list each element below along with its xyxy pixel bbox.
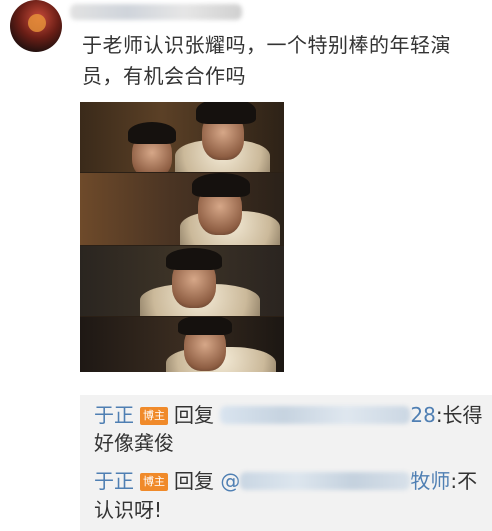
reply-2: 于正 博主 回复 @ 牧师:不 xyxy=(94,467,477,495)
reply-box: 于正 博主 回复 28:长得 好像龚俊 于正 博主 回复 @ 牧师:不 认识呀! xyxy=(80,395,492,531)
reply-target-blurred[interactable] xyxy=(220,406,411,424)
reply-text-line2: 认识呀! xyxy=(94,498,163,522)
post-text: 于老师认识张耀吗，一个特别棒的年轻演员，有机会合作吗 xyxy=(82,33,451,88)
reply-2-cont: 认识呀! xyxy=(94,496,162,524)
post-photo[interactable] xyxy=(80,102,284,372)
blogger-badge: 博主 xyxy=(140,473,168,491)
reply-author[interactable]: 于正 xyxy=(94,403,134,427)
reply-text-line2: 好像龚俊 xyxy=(94,431,174,455)
photo-frame-2 xyxy=(80,173,284,245)
reply-word: 回复 xyxy=(174,403,214,427)
photo-frame-3 xyxy=(80,246,284,316)
reply-word: 回复 xyxy=(174,469,214,493)
commenter-avatar[interactable] xyxy=(10,0,62,52)
commenter-username-blurred[interactable] xyxy=(70,4,242,20)
reply-1-cont: 好像龚俊 xyxy=(94,429,174,457)
reply-target-suffix[interactable]: 牧师 xyxy=(410,469,450,493)
reply-target-suffix[interactable]: 28 xyxy=(410,403,435,427)
reply-author[interactable]: 于正 xyxy=(94,469,134,493)
reply-text-line1: :长得 xyxy=(435,403,483,427)
reply-1: 于正 博主 回复 28:长得 xyxy=(94,401,483,429)
photo-frame-4 xyxy=(80,317,284,372)
photo-frame-1 xyxy=(80,102,284,172)
reply-text-line1: :不 xyxy=(450,469,478,493)
mention-at[interactable]: @ xyxy=(220,469,240,493)
reply-target-blurred[interactable] xyxy=(240,472,411,490)
blogger-badge: 博主 xyxy=(140,407,168,425)
